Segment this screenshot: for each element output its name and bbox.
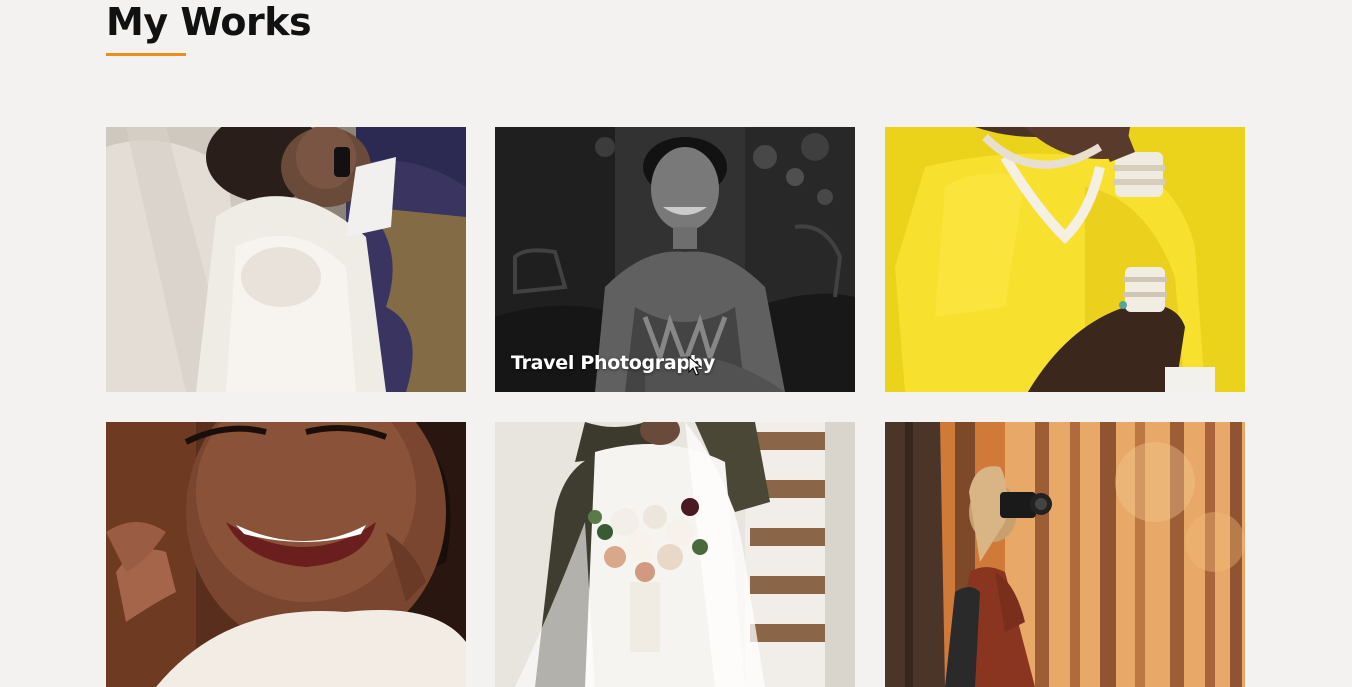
laughing-woman-photo bbox=[106, 422, 466, 687]
yellow-shirt-jewelry-photo bbox=[885, 127, 1245, 392]
wedding-couple-photo bbox=[106, 127, 466, 392]
bride-bouquet-photo bbox=[495, 422, 855, 687]
portfolio-item-laughing-woman[interactable] bbox=[106, 422, 466, 687]
portfolio-item-yellow-shirt[interactable] bbox=[885, 127, 1245, 392]
portfolio-item-wedding-couple[interactable] bbox=[106, 127, 466, 392]
mouse-cursor-icon bbox=[688, 356, 702, 376]
section-title: My Works bbox=[106, 0, 312, 44]
portfolio-item-photographer-forest[interactable] bbox=[885, 422, 1245, 687]
portfolio-item-travel-photography[interactable]: Travel Photography bbox=[495, 127, 855, 392]
title-underline bbox=[106, 53, 186, 56]
photographer-forest-photo bbox=[885, 422, 1245, 687]
portfolio-item-caption: Travel Photography bbox=[511, 352, 716, 374]
portfolio-item-bride-bouquet[interactable] bbox=[495, 422, 855, 687]
